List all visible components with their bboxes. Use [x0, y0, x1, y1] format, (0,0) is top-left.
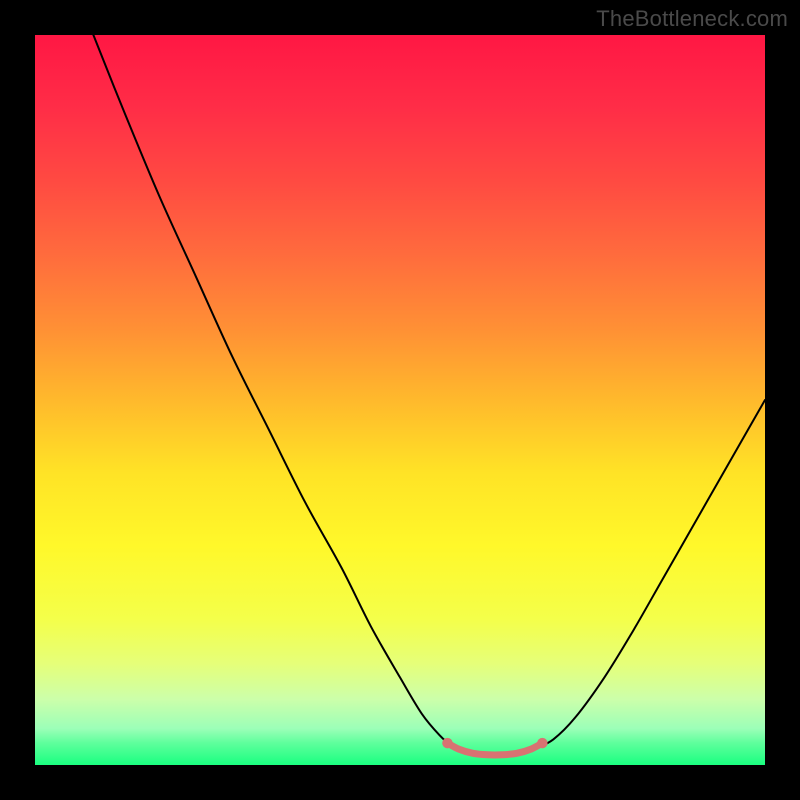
chart-container: TheBottleneck.com: [0, 0, 800, 800]
watermark-text: TheBottleneck.com: [596, 6, 788, 32]
chart-svg: [35, 35, 765, 765]
plot-area: [35, 35, 765, 765]
optimal-band-endpoint: [442, 738, 453, 749]
optimal-band-endpoint: [537, 738, 548, 749]
gradient-background: [35, 35, 765, 765]
